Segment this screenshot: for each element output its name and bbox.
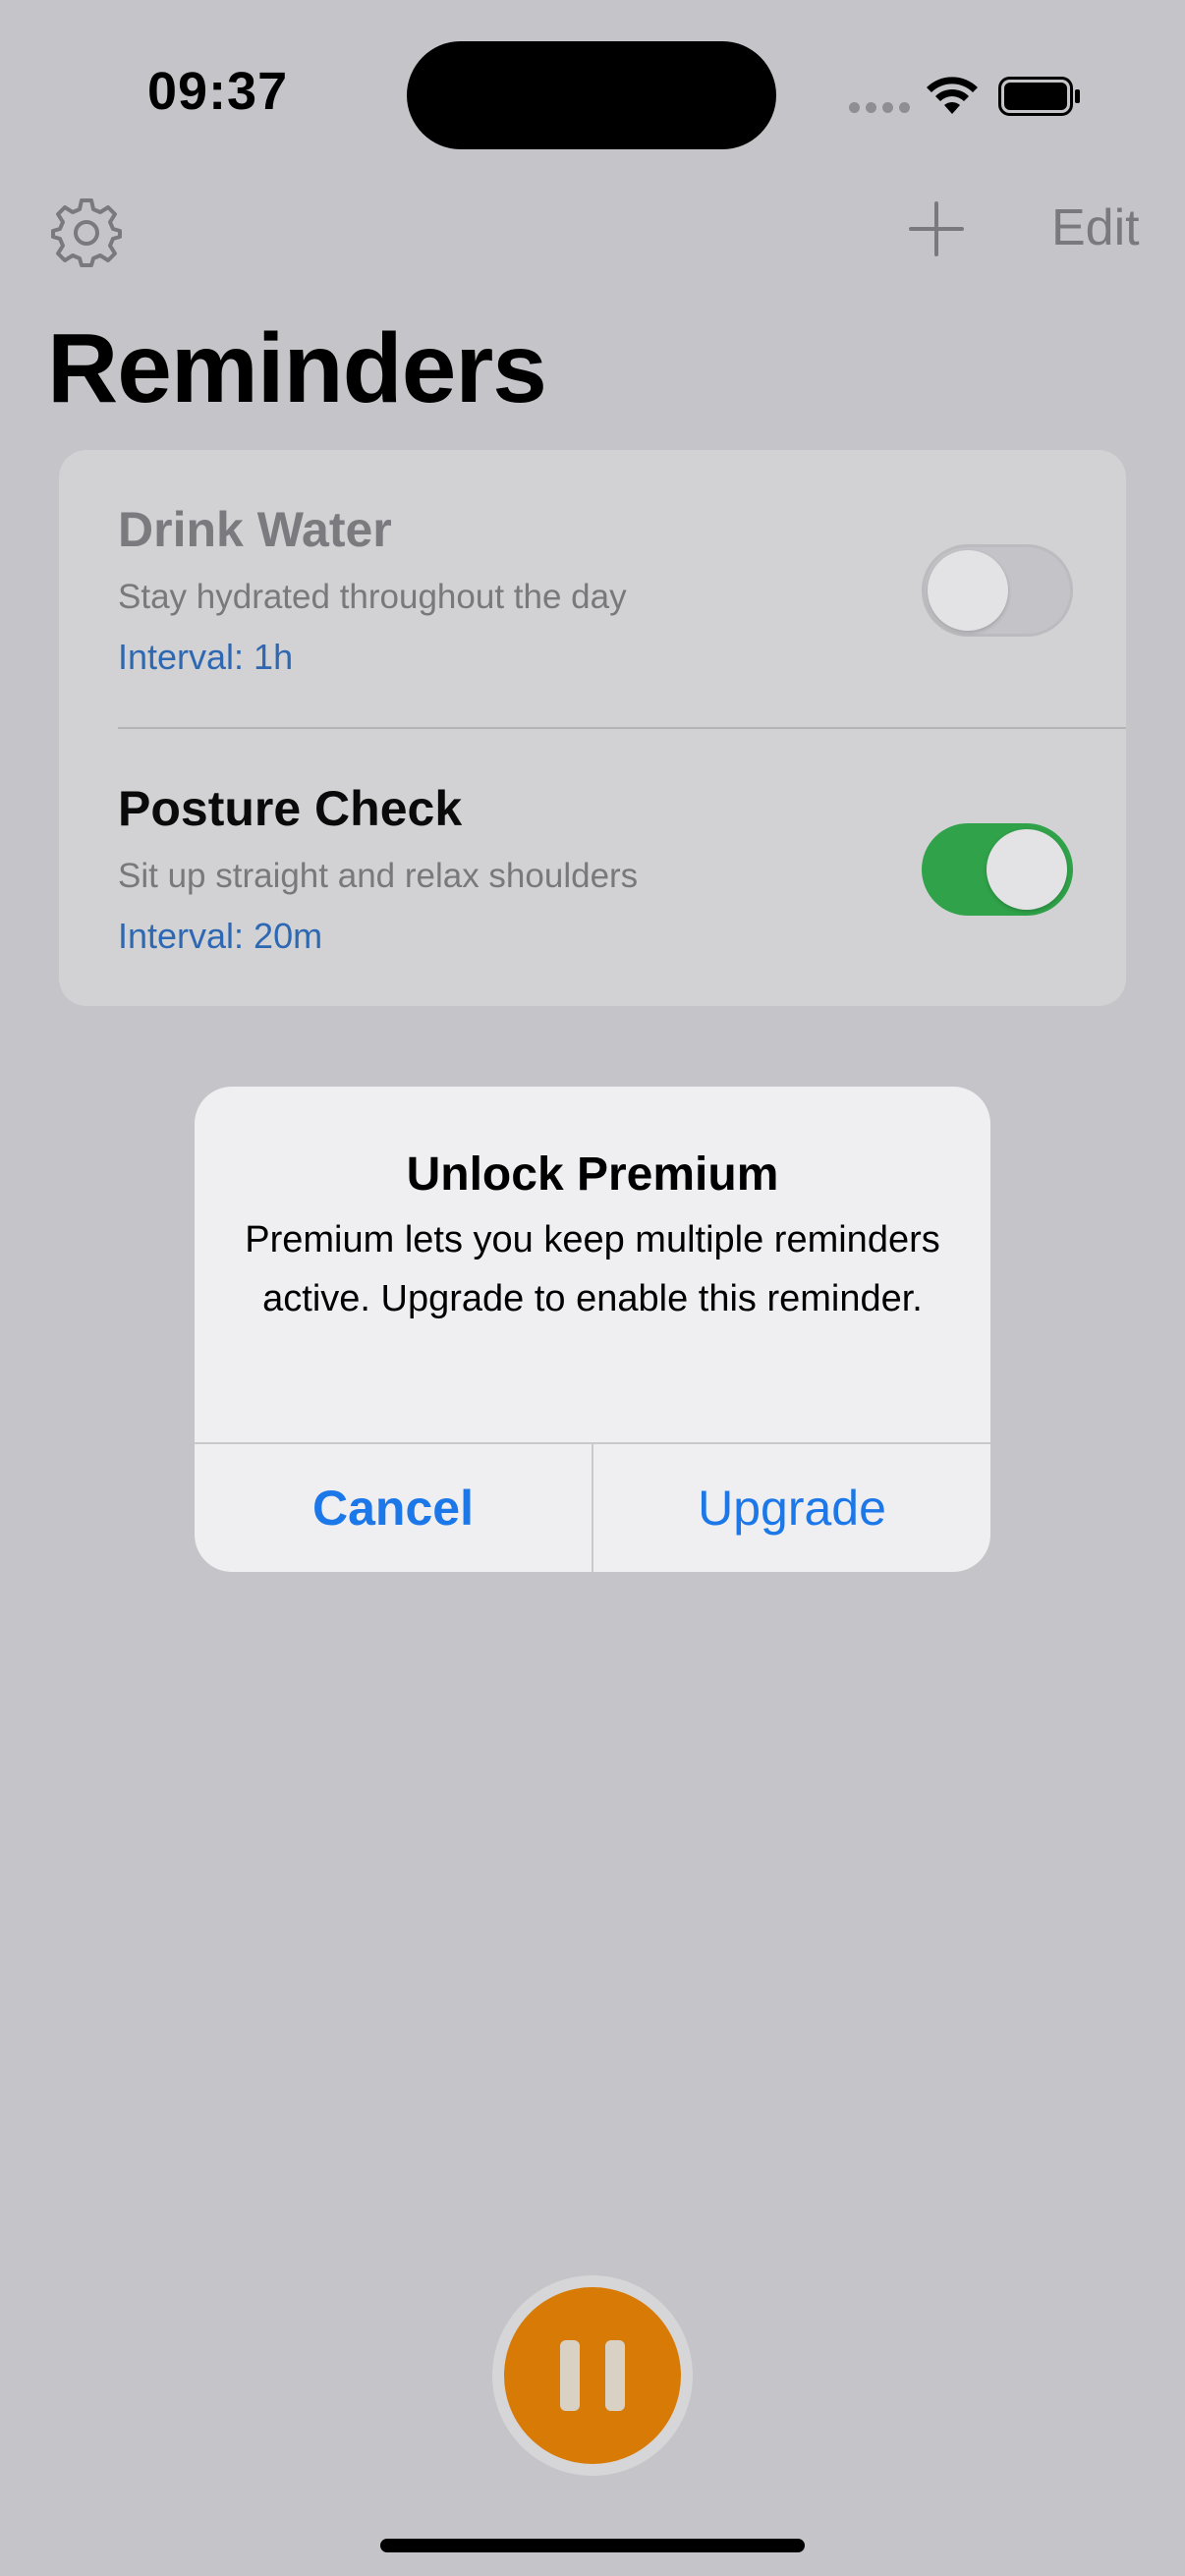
reminder-title: Drink Water — [118, 502, 392, 557]
reminder-subtitle: Sit up straight and relax shoulders — [118, 857, 639, 895]
edit-button[interactable]: Edit — [1051, 198, 1140, 257]
dynamic-island — [407, 41, 776, 149]
reminder-list: Drink Water Stay hydrated throughout the… — [59, 450, 1126, 1006]
plus-icon[interactable] — [908, 200, 965, 257]
reminder-title: Posture Check — [118, 781, 463, 836]
home-indicator[interactable] — [380, 2539, 805, 2552]
cancel-button[interactable]: Cancel — [195, 1444, 592, 1572]
alert-title: Unlock Premium — [406, 1148, 779, 1201]
wifi-icon — [927, 77, 978, 114]
gear-icon[interactable] — [49, 195, 124, 269]
page-title: Reminders — [47, 313, 547, 423]
reminder-interval: Interval: 20m — [118, 916, 323, 956]
toggle-knob — [987, 829, 1067, 910]
toggle-knob — [928, 550, 1008, 631]
alert-message: Premium lets you keep multiple reminders… — [245, 1219, 940, 1319]
premium-alert-dialog: Unlock Premium Premium lets you keep mul… — [195, 1087, 990, 1572]
battery-icon — [998, 77, 1080, 116]
upgrade-button[interactable]: Upgrade — [593, 1444, 990, 1572]
toggle-drink-water[interactable] — [922, 544, 1073, 637]
toggle-posture-check[interactable] — [922, 823, 1073, 916]
reminder-subtitle: Stay hydrated throughout the day — [118, 578, 627, 616]
pause-button[interactable] — [504, 2287, 681, 2464]
reminder-interval: Interval: 1h — [118, 637, 294, 677]
status-time: 09:37 — [147, 62, 289, 121]
divider — [118, 727, 1126, 729]
cellular-signal-icon — [849, 102, 910, 116]
